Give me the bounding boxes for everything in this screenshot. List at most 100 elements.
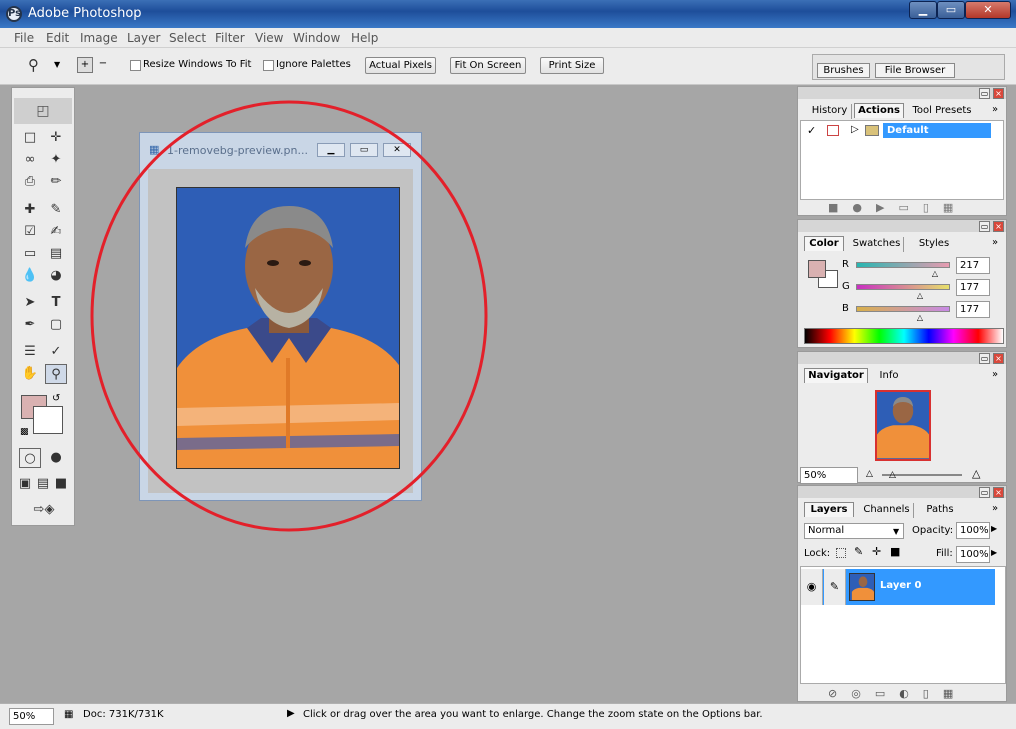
lock-image-icon[interactable]: ✎ [854,545,863,558]
background-color-swatch[interactable] [33,406,63,434]
tab-channels[interactable]: Channels [860,503,914,518]
healing-brush-icon[interactable]: ✚ [19,200,41,220]
menu-layer[interactable]: Layer [127,31,160,45]
tab-paths[interactable]: Paths [918,503,962,518]
gradient-icon[interactable]: ▤ [45,244,67,264]
navigator-zoom-field[interactable]: 50% [800,467,858,484]
color-fg-swatch[interactable] [808,260,826,278]
visibility-eye-icon[interactable]: ◉ [801,569,823,605]
r-value[interactable]: 217 [956,257,990,274]
navigator-minimize-button[interactable]: ▭ [979,353,990,364]
magic-wand-icon[interactable]: ✦ [45,150,67,170]
tab-tool-presets[interactable]: Tool Presets [908,104,976,119]
lasso-icon[interactable]: ∞ [19,150,41,170]
action-toggle-checkbox[interactable]: ✓ [807,124,816,137]
notes-icon[interactable]: ☰ [19,342,41,362]
lock-transparency-icon[interactable] [836,548,846,558]
r-slider[interactable] [856,262,950,268]
standard-mode-icon[interactable]: ○ [19,448,41,468]
layers-menu-icon[interactable]: » [992,503,998,514]
navigator-zoom-in-icon[interactable]: △ [972,467,980,480]
menu-window[interactable]: Window [293,31,340,45]
tab-actions[interactable]: Actions [854,103,904,118]
screen-mode-standard-icon[interactable]: ▣ [16,474,34,494]
resize-windows-checkbox[interactable] [130,60,141,71]
tab-history[interactable]: History [808,104,852,119]
maximize-button[interactable]: ▭ [937,1,965,19]
navigator-close-button[interactable]: × [993,353,1004,364]
expand-triangle-icon[interactable]: ▷ [851,124,859,135]
layer-name[interactable]: Layer 0 [880,580,921,591]
swap-colors-icon[interactable]: ↺ [52,393,60,404]
layers-minimize-button[interactable]: ▭ [979,487,990,498]
screen-mode-full-icon[interactable]: ■ [52,474,70,494]
zoom-out-icon[interactable]: − [95,57,111,73]
brushes-tab[interactable]: Brushes [817,63,870,78]
dialog-toggle-icon[interactable] [827,125,839,136]
menu-help[interactable]: Help [351,31,378,45]
tool-preset-dropdown-icon[interactable]: ▼ [54,60,60,69]
actions-controls[interactable]: ■●▶▭▯▦ [828,201,967,214]
menu-filter[interactable]: Filter [215,31,245,45]
file-browser-tab[interactable]: File Browser [875,63,955,78]
crop-icon[interactable]: ⎙ [19,172,41,192]
move-icon[interactable]: ✛ [45,128,67,148]
menu-file[interactable]: File [14,31,34,45]
actions-menu-icon[interactable]: » [992,104,998,115]
color-palette-grip[interactable] [798,220,1006,232]
adobe-online-icon[interactable]: ◰ [14,98,72,124]
color-minimize-button[interactable]: ▭ [979,221,990,232]
layers-palette-grip[interactable] [798,486,1006,498]
tab-swatches[interactable]: Swatches [850,237,904,252]
navigator-zoom-out-icon[interactable]: △ [866,469,873,479]
menu-select[interactable]: Select [169,31,206,45]
navigator-menu-icon[interactable]: » [992,369,998,380]
b-slider-handle[interactable]: △ [917,313,923,322]
zoom-tool-icon[interactable]: ⚲ [28,56,39,74]
default-colors-icon[interactable]: ▩ [20,427,29,437]
g-value[interactable]: 177 [956,279,990,296]
navigator-zoom-handle[interactable]: △ [889,470,896,480]
menu-view[interactable]: View [255,31,283,45]
color-close-button[interactable]: × [993,221,1004,232]
jump-to-imageready-icon[interactable]: ⇨◈ [22,500,66,520]
r-slider-handle[interactable]: △ [932,269,938,278]
close-button[interactable]: ✕ [965,1,1011,19]
shape-icon[interactable]: ▢ [45,315,67,335]
tab-color[interactable]: Color [804,236,844,251]
tab-info[interactable]: Info [872,369,906,384]
b-value[interactable]: 177 [956,301,990,318]
ignore-palettes-checkbox[interactable] [263,60,274,71]
fill-arrow-icon[interactable]: ▶ [991,548,997,557]
menu-edit[interactable]: Edit [46,31,69,45]
marquee-icon[interactable]: □ [19,128,41,148]
dodge-icon[interactable]: ◕ [45,266,67,286]
layers-controls[interactable]: ⊘◎▭◐▯▦ [828,687,967,700]
opacity-arrow-icon[interactable]: ▶ [991,524,997,533]
eraser-icon[interactable]: ▭ [19,244,41,264]
layer-row[interactable]: ◉ ✎ Layer 0 [801,569,995,605]
color-ramp[interactable] [804,328,1004,344]
blur-icon[interactable]: 💧 [19,266,41,286]
tab-layers[interactable]: Layers [804,502,854,517]
screen-mode-menu-icon[interactable]: ▤ [34,474,52,494]
zoom-tool-active-icon[interactable]: ⚲ [45,364,67,384]
actions-minimize-button[interactable]: ▭ [979,88,990,99]
status-menu-icon[interactable]: ▶ [287,708,295,719]
color-menu-icon[interactable]: » [992,237,998,248]
hand-icon[interactable]: ✋ [19,364,41,384]
path-selection-icon[interactable]: ➤ [19,293,41,313]
type-icon[interactable]: T [45,293,67,313]
minimize-button[interactable]: ▁ [909,1,937,19]
actual-pixels-button[interactable]: Actual Pixels [365,57,436,74]
eyedropper-icon[interactable]: ✓ [45,342,67,362]
fill-field[interactable]: 100% [956,546,990,563]
zoom-in-icon[interactable]: + [77,57,93,73]
actions-palette-grip[interactable] [798,87,1006,99]
brush-icon[interactable]: ✎ [45,200,67,220]
g-slider-handle[interactable]: △ [917,291,923,300]
fit-on-screen-button[interactable]: Fit On Screen [450,57,526,74]
navigator-thumbnail[interactable] [875,390,931,461]
b-slider[interactable] [856,306,950,312]
opacity-field[interactable]: 100% [956,522,990,539]
